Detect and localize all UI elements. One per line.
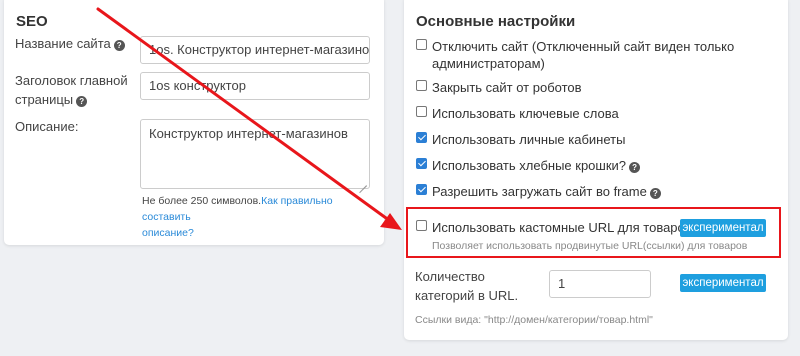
site-name-label: Название сайта? (15, 34, 125, 53)
seo-title: SEO (16, 13, 48, 30)
help-icon[interactable]: ? (649, 188, 661, 199)
main-heading-label: Заголовок главной страницы? (15, 73, 128, 107)
category-count-input[interactable]: 1 (549, 270, 651, 298)
site-name-input[interactable]: 1os. Конструктор интернет-магазинов (140, 36, 370, 64)
help-icon[interactable]: ? (629, 162, 641, 173)
checkbox[interactable] (416, 39, 427, 50)
description-label: Описание: (15, 119, 79, 134)
help-icon[interactable]: ? (113, 40, 125, 51)
category-count-label: Количество категорий в URL. (415, 269, 519, 303)
description-textarea[interactable]: Конструктор интернет-магазинов (140, 119, 370, 189)
link-format-hint: Ссылки вида: "http://домен/категории/тов… (415, 314, 653, 326)
main-heading-input[interactable]: 1os конструктор (140, 72, 370, 100)
checkbox[interactable] (416, 80, 427, 91)
how-to-link-cont[interactable]: описание? (142, 227, 194, 239)
highlight-box (406, 207, 781, 258)
description-hint: Не более 250 символов.Как правильно сост… (142, 195, 333, 239)
checkbox-checked[interactable] (416, 158, 427, 169)
resize-grip-icon[interactable] (358, 177, 367, 186)
experimental-badge: экспериментал (680, 274, 766, 292)
checkbox-checked[interactable] (416, 184, 427, 195)
checkbox[interactable] (416, 106, 427, 117)
checkbox-checked[interactable] (416, 132, 427, 143)
settings-title: Основные настройки (416, 13, 576, 30)
help-icon[interactable]: ? (76, 96, 88, 107)
